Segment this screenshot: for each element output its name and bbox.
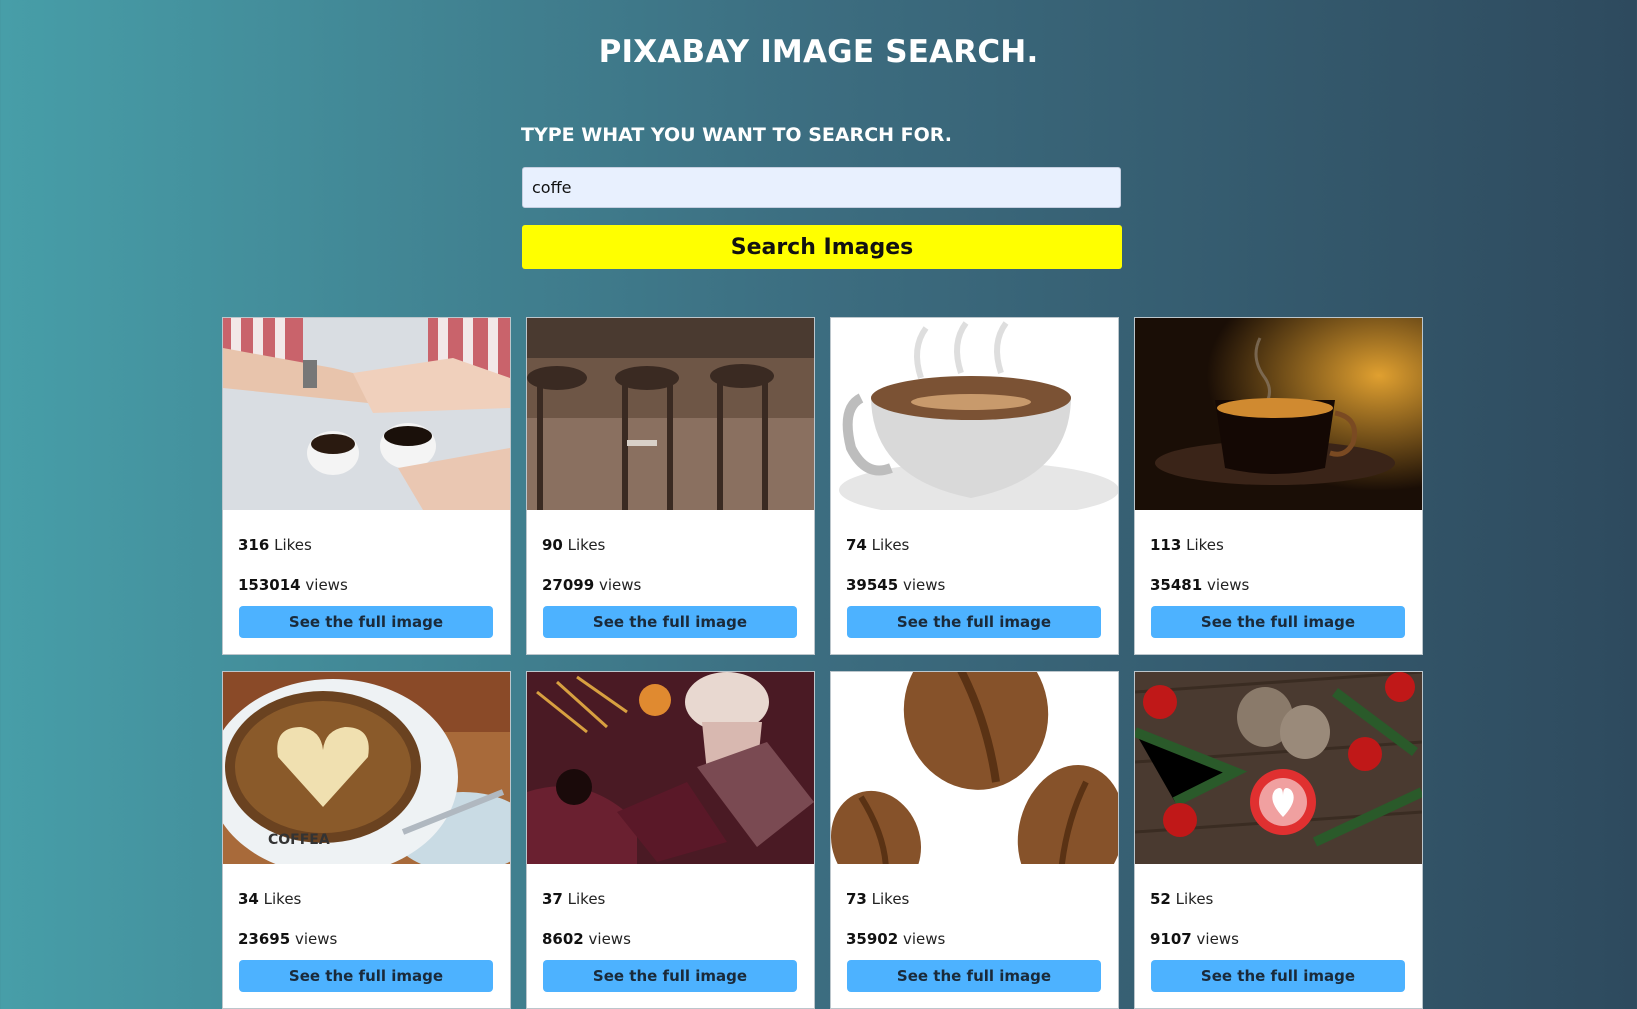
likes-count: 74 — [846, 536, 867, 554]
result-card: 74 Likes 39545 views See the full image — [830, 317, 1119, 655]
result-thumbnail[interactable] — [831, 318, 1118, 510]
search-prompt-label: TYPE WHAT YOU WANT TO SEARCH FOR. — [521, 124, 952, 146]
views-count: 35481 — [1150, 576, 1203, 594]
see-full-image-button[interactable]: See the full image — [543, 606, 797, 638]
likes-count: 90 — [542, 536, 563, 554]
page-title: PIXABAY IMAGE SEARCH. — [598, 34, 1039, 70]
result-card: 52 Likes 9107 views See the full image — [1134, 671, 1423, 1009]
result-thumbnail[interactable] — [1135, 672, 1422, 864]
result-card: 316 Likes 153014 views See the full imag… — [222, 317, 511, 655]
likes-label: Likes — [871, 890, 910, 908]
likes-label: Likes — [567, 536, 606, 554]
result-card: 37 Likes 8602 views See the full image — [526, 671, 815, 1009]
result-thumbnail[interactable] — [223, 318, 510, 510]
result-card: 113 Likes 35481 views See the full image — [1134, 317, 1423, 655]
search-images-button[interactable]: Search Images — [522, 225, 1122, 269]
result-card: 90 Likes 27099 views See the full image — [526, 317, 815, 655]
see-full-image-button[interactable]: See the full image — [847, 606, 1101, 638]
likes-label: Likes — [274, 536, 312, 554]
likes-label: Likes — [1175, 890, 1214, 908]
views-count: 39545 — [846, 576, 899, 594]
see-full-image-button[interactable]: See the full image — [1151, 606, 1405, 638]
likes-label: Likes — [1186, 536, 1224, 554]
views-label: views — [294, 930, 338, 948]
views-count: 35902 — [846, 930, 899, 948]
views-count: 23695 — [238, 930, 291, 948]
views-label: views — [1196, 930, 1239, 948]
likes-count: 52 — [1150, 890, 1171, 908]
result-thumbnail[interactable] — [527, 318, 814, 510]
views-label: views — [902, 576, 946, 594]
see-full-image-button[interactable]: See the full image — [1151, 960, 1405, 992]
see-full-image-button[interactable]: See the full image — [847, 960, 1101, 992]
views-count: 27099 — [542, 576, 595, 594]
views-label: views — [902, 930, 946, 948]
views-count: 8602 — [542, 930, 584, 948]
result-card: 73 Likes 35902 views See the full image — [830, 671, 1119, 1009]
likes-count: 113 — [1150, 536, 1182, 554]
search-input[interactable] — [522, 167, 1121, 208]
result-thumbnail[interactable] — [527, 672, 814, 864]
likes-count: 316 — [238, 536, 270, 554]
views-label: views — [588, 930, 631, 948]
likes-count: 34 — [238, 890, 259, 908]
likes-count: 73 — [846, 890, 867, 908]
result-thumbnail[interactable] — [1135, 318, 1422, 510]
likes-count: 37 — [542, 890, 563, 908]
views-label: views — [1206, 576, 1250, 594]
result-card: COFFEA 34 Likes 23695 views See the full… — [222, 671, 511, 1009]
result-thumbnail[interactable] — [831, 672, 1118, 864]
views-label: views — [598, 576, 642, 594]
likes-label: Likes — [263, 890, 302, 908]
views-count: 153014 — [238, 576, 301, 594]
svg-text:COFFEA: COFFEA — [268, 832, 330, 848]
see-full-image-button[interactable]: See the full image — [239, 606, 493, 638]
see-full-image-button[interactable]: See the full image — [543, 960, 797, 992]
likes-label: Likes — [567, 890, 606, 908]
see-full-image-button[interactable]: See the full image — [239, 960, 493, 992]
likes-label: Likes — [871, 536, 910, 554]
result-thumbnail[interactable]: COFFEA — [223, 672, 510, 864]
views-count: 9107 — [1150, 930, 1192, 948]
views-label: views — [305, 576, 348, 594]
